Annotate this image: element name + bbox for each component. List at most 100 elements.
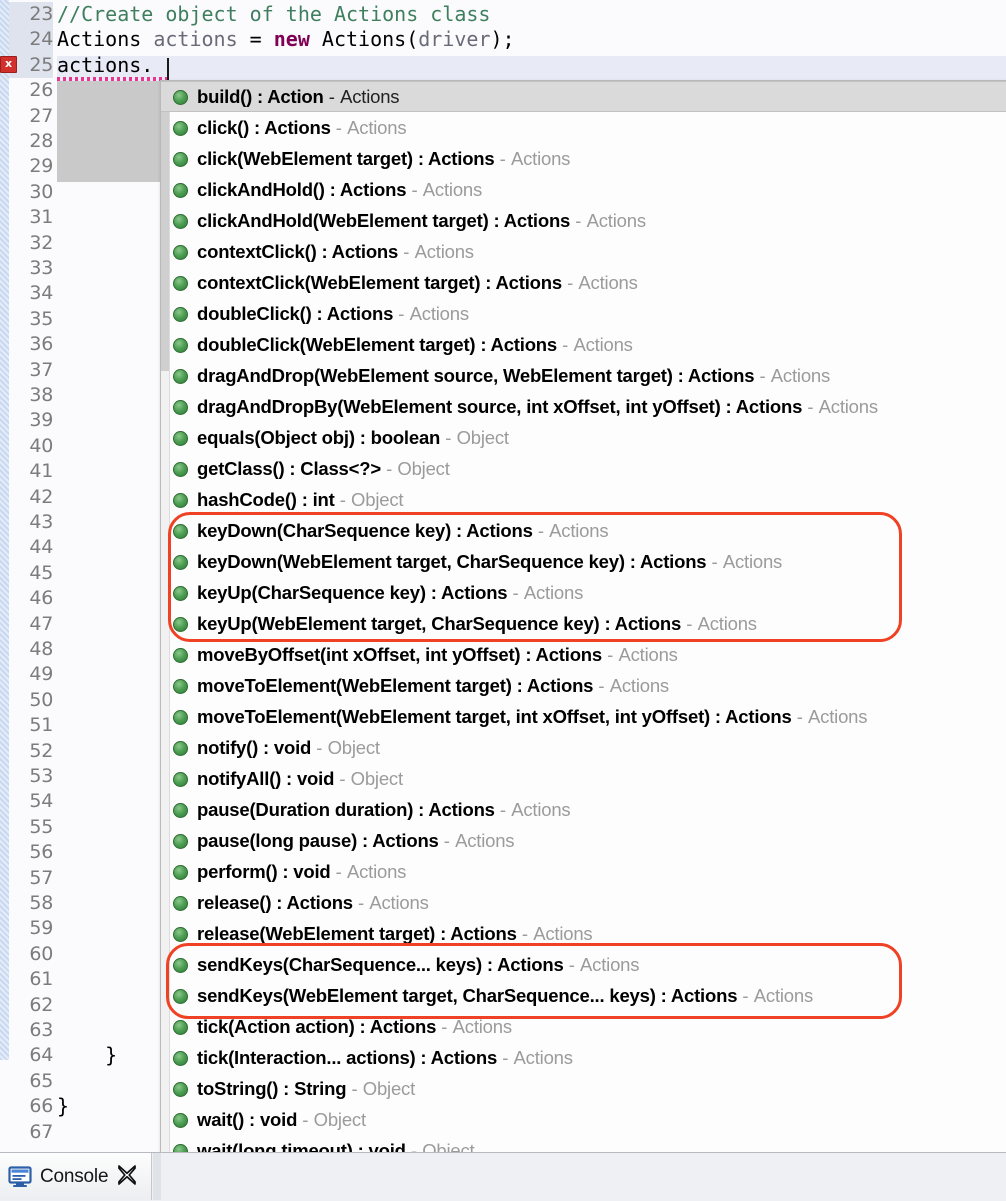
close-icon[interactable] (116, 1164, 138, 1189)
assist-proposal[interactable]: clickAndHold() : Actions - Actions (161, 174, 1006, 205)
line-number: 66 (29, 1095, 53, 1118)
proposal-separator: - (330, 117, 348, 138)
public-method-icon (173, 369, 188, 384)
assist-proposal[interactable]: tick(Action action) : Actions - Actions (161, 1011, 1006, 1042)
tab-bar-spacer (153, 1153, 161, 1200)
line-number-gutter: 23 24 25 26 27 28 29 30 31 32 33 34 35 36 37 38 39 40 41 42… (9, 0, 57, 1152)
assist-proposal[interactable]: sendKeys(WebElement target, CharSequence… (161, 980, 1006, 1011)
proposal-owner-type: Actions (586, 210, 646, 231)
proposal-separator: - (791, 706, 809, 727)
line-number: 54 (29, 790, 53, 813)
assist-proposal[interactable]: doubleClick() : Actions - Actions (161, 298, 1006, 329)
assist-proposal[interactable]: pause(Duration duration) : Actions - Act… (161, 794, 1006, 825)
public-method-icon (173, 927, 188, 942)
proposal-signature: wait() : void (197, 1109, 298, 1130)
proposal-signature: sendKeys(CharSequence... keys) : Actions (197, 954, 564, 975)
assist-proposal[interactable]: moveToElement(WebElement target, int xOf… (161, 701, 1006, 732)
assist-proposal[interactable]: wait() : void - Object (161, 1104, 1006, 1135)
proposal-owner-type: Actions (770, 365, 831, 386)
content-assist-popup[interactable]: build() : Action - Actions click() : Acti… (160, 80, 1006, 1196)
assist-proposal[interactable]: keyDown(WebElement target, CharSequence … (161, 546, 1006, 577)
line-number: 49 (29, 663, 53, 686)
assist-proposal[interactable]: toString() : String - Object (161, 1073, 1006, 1104)
public-method-icon (173, 1113, 188, 1128)
line-number: 23 (9, 2, 53, 28)
proposal-owner-type: Object (350, 768, 403, 789)
proposal-owner-type: Object (397, 458, 450, 479)
line-number: 60 (29, 942, 53, 965)
assist-proposal[interactable]: moveByOffset(int xOffset, int yOffset) :… (161, 639, 1006, 670)
public-method-icon (173, 462, 188, 477)
assist-proposal[interactable]: tick(Interaction... actions) : Actions -… (161, 1042, 1006, 1073)
assist-proposal[interactable]: pause(long pause) : Actions - Actions (161, 825, 1006, 856)
assist-proposal[interactable]: click() : Actions - Actions (161, 112, 1006, 143)
proposal-signature: hashCode() : int (197, 489, 335, 510)
assist-proposal[interactable]: contextClick() : Actions - Actions (161, 236, 1006, 267)
proposal-owner-type: Actions (346, 861, 407, 882)
bottom-view-bar: Console (0, 1152, 1006, 1201)
proposal-owner-type: Actions (549, 520, 609, 541)
assist-proposal[interactable]: doubleClick(WebElement target) : Actions… (161, 329, 1006, 360)
assist-proposal[interactable]: keyUp(CharSequence key) : Actions - Acti… (161, 577, 1006, 608)
assist-proposal[interactable]: release(WebElement target) : Actions - A… (161, 918, 1006, 949)
proposal-signature: doubleClick(WebElement target) : Actions (197, 334, 557, 355)
assist-proposal[interactable]: moveToElement(WebElement target) : Actio… (161, 670, 1006, 701)
proposal-signature: pause(long pause) : Actions (197, 830, 439, 851)
proposal-separator: - (516, 923, 534, 944)
assist-proposal[interactable]: dragAndDropBy(WebElement source, int xOf… (161, 391, 1006, 422)
assist-proposal[interactable]: keyDown(CharSequence key) : Actions - Ac… (161, 515, 1006, 546)
proposal-owner-type: Object (313, 1109, 366, 1130)
public-method-icon (173, 338, 188, 353)
code-token: actions (153, 27, 238, 52)
line-number: 51 (29, 714, 53, 737)
proposal-separator: - (681, 613, 698, 634)
assist-proposal[interactable]: keyUp(WebElement target, CharSequence ke… (161, 608, 1006, 639)
code-token: } (57, 1043, 118, 1068)
public-method-icon (173, 834, 188, 849)
assist-proposal[interactable]: getClass() : Class<?> - Object (161, 453, 1006, 484)
assist-proposal[interactable]: sendKeys(CharSequence... keys) : Actions… (161, 949, 1006, 980)
line-number: 59 (29, 917, 53, 940)
tab-console[interactable]: Console (0, 1153, 152, 1200)
proposal-separator: - (561, 272, 579, 293)
proposal-owner-type: Actions (422, 179, 483, 200)
assist-proposal[interactable]: click(WebElement target) : Actions - Act… (161, 143, 1006, 174)
proposal-signature: keyDown(WebElement target, CharSequence … (197, 551, 707, 572)
assist-proposal[interactable]: equals(Object obj) : boolean - Object (161, 422, 1006, 453)
assist-proposal[interactable]: perform() : void - Actions (161, 856, 1006, 887)
proposal-owner-type: Actions (369, 892, 429, 913)
selection-block (57, 81, 160, 182)
line-number: 36 (29, 333, 53, 356)
proposal-signature: contextClick(WebElement target) : Action… (197, 272, 562, 293)
assist-proposal[interactable]: notify() : void - Object (161, 732, 1006, 763)
code-line: actions. (57, 53, 153, 78)
assist-proposal[interactable]: release() : Actions - Actions (161, 887, 1006, 918)
current-line-highlight (57, 56, 1006, 82)
assist-proposal-list[interactable]: build() : Action - Actions click() : Acti… (161, 81, 1006, 1196)
annotation-ruler (0, 0, 9, 1060)
public-method-icon (173, 648, 188, 663)
public-method-icon (173, 276, 188, 291)
proposal-signature: doubleClick() : Actions (197, 303, 394, 324)
proposal-separator: - (393, 303, 410, 324)
assist-proposal[interactable]: contextClick(WebElement target) : Action… (161, 267, 1006, 298)
line-number: 31 (29, 206, 53, 229)
assist-proposal[interactable]: build() : Action - Actions (161, 81, 1006, 112)
proposal-owner-type: Actions (618, 644, 678, 665)
proposal-signature: equals(Object obj) : boolean (197, 427, 441, 448)
assist-proposal[interactable]: hashCode() : int - Object (161, 484, 1006, 515)
assist-proposal[interactable]: dragAndDrop(WebElement source, WebElemen… (161, 360, 1006, 391)
proposal-signature: moveByOffset(int xOffset, int yOffset) :… (197, 644, 602, 665)
proposal-owner-type: Actions (580, 954, 640, 975)
proposal-owner-type: Actions (455, 830, 515, 851)
public-method-icon (173, 617, 188, 632)
assist-proposal[interactable]: notifyAll() : void - Object (161, 763, 1006, 794)
code-token: //Create object of the Actions class (57, 2, 491, 26)
error-marker-icon[interactable]: x (0, 56, 17, 73)
proposal-signature: notify() : void (197, 737, 312, 758)
proposal-owner-type: Actions (511, 799, 571, 820)
assist-proposal[interactable]: clickAndHold(WebElement target) : Action… (161, 205, 1006, 236)
line-number: 58 (29, 892, 53, 914)
proposal-separator: - (436, 1016, 453, 1037)
proposal-separator: - (323, 86, 341, 107)
